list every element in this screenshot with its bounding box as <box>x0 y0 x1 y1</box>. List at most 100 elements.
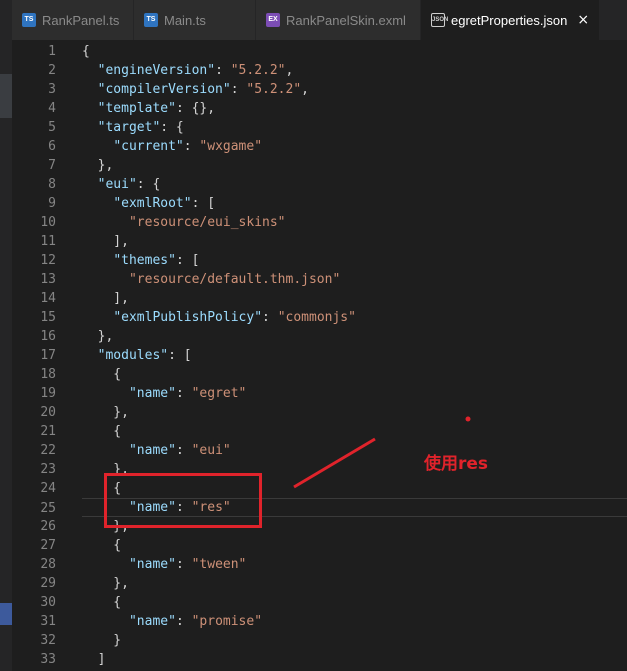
code-line[interactable]: 6 "current": "wxgame" <box>12 137 627 156</box>
code-editor[interactable]: 1{2 "engineVersion": "5.2.2", 3 "compiler… <box>12 40 627 671</box>
json-punctuation <box>82 348 98 363</box>
json-punctuation <box>82 557 129 572</box>
line-code: }, <box>82 574 129 593</box>
line-code: "engineVersion": "5.2.2", <box>82 61 294 80</box>
line-code: { <box>82 365 121 384</box>
json-string: "eui" <box>191 443 231 458</box>
activity-bar-item-active[interactable] <box>0 603 12 625</box>
line-number: 10 <box>40 215 56 230</box>
line-code: { <box>82 593 121 612</box>
code-line[interactable]: 29 }, <box>12 574 627 593</box>
line-code: "template": {}, <box>82 99 215 118</box>
json-key: "name" <box>128 557 176 572</box>
code-line[interactable]: 31 "name": "promise" <box>12 612 627 631</box>
json-key: "modules" <box>97 348 169 363</box>
code-line[interactable]: 21 { <box>12 422 627 441</box>
code-line[interactable]: 16 }, <box>12 327 627 346</box>
code-line[interactable]: 11 ], <box>12 232 627 251</box>
json-key: "name" <box>128 386 176 401</box>
json-key: "target" <box>97 120 161 135</box>
json-string: "5.2.2" <box>230 63 286 78</box>
tab-egretproperties-json[interactable]: JSON egretProperties.json × <box>421 0 600 40</box>
code-line[interactable]: 28 "name": "tween" <box>12 555 627 574</box>
json-punctuation: : <box>175 386 192 401</box>
json-punctuation: : [ <box>175 253 200 268</box>
line-number: 28 <box>40 557 56 572</box>
json-key: "exmlRoot" <box>113 196 192 211</box>
json-punctuation: }, <box>82 405 129 420</box>
json-punctuation: ] <box>82 652 106 667</box>
tab-rankpanelskin-exml[interactable]: EX RankPanelSkin.exml <box>256 0 421 40</box>
code-line[interactable]: 27 { <box>12 536 627 555</box>
code-line[interactable]: 15 "exmlPublishPolicy": "commonjs" <box>12 308 627 327</box>
code-line[interactable]: 30 { <box>12 593 627 612</box>
json-punctuation: , <box>301 82 309 97</box>
line-number: 18 <box>40 367 56 382</box>
line-number: 23 <box>40 462 56 477</box>
line-number: 20 <box>40 405 56 420</box>
code-line[interactable]: 7 }, <box>12 156 627 175</box>
line-code: "compilerVersion": "5.2.2", <box>82 80 309 99</box>
code-line[interactable]: 1{ <box>12 42 627 61</box>
code-line[interactable]: 19 "name": "egret" <box>12 384 627 403</box>
code-line[interactable]: 4 "template": {}, <box>12 99 627 118</box>
json-punctuation: : <box>175 557 192 572</box>
line-code: "target": { <box>82 118 184 137</box>
activity-bar-item[interactable] <box>0 74 12 118</box>
code-line[interactable]: 12 "themes": [ <box>12 251 627 270</box>
code-line[interactable]: 14 ], <box>12 289 627 308</box>
line-code: "themes": [ <box>82 251 199 270</box>
code-line[interactable]: 32 } <box>12 631 627 650</box>
json-string: "5.2.2" <box>246 82 302 97</box>
line-code: }, <box>82 403 129 422</box>
tab-label: egretProperties.json <box>451 12 568 28</box>
code-line[interactable]: 8 "eui": { <box>12 175 627 194</box>
line-code: "eui": { <box>82 175 161 194</box>
code-line[interactable]: 33 ] <box>12 650 627 669</box>
line-number: 5 <box>48 120 56 135</box>
line-number: 13 <box>40 272 56 287</box>
code-line[interactable]: 10 "resource/eui_skins" <box>12 213 627 232</box>
code-line[interactable]: 18 { <box>12 365 627 384</box>
json-punctuation: }, <box>82 158 114 173</box>
json-punctuation: : <box>175 443 192 458</box>
json-string: "tween" <box>191 557 247 572</box>
code-line[interactable]: 17 "modules": [ <box>12 346 627 365</box>
line-code: "exmlRoot": [ <box>82 194 215 213</box>
code-line[interactable]: 9 "exmlRoot": [ <box>12 194 627 213</box>
json-punctuation: }, <box>82 576 129 591</box>
code-line[interactable]: 3 "compilerVersion": "5.2.2", <box>12 80 627 99</box>
line-number: 7 <box>48 158 56 173</box>
json-punctuation <box>82 614 129 629</box>
tab-rankpanel-ts[interactable]: TS RankPanel.ts <box>12 0 134 40</box>
json-punctuation <box>82 196 113 211</box>
line-number: 8 <box>48 177 56 192</box>
line-code: ], <box>82 289 129 308</box>
json-punctuation <box>82 101 98 116</box>
line-code: "exmlPublishPolicy": "commonjs" <box>82 308 356 327</box>
json-punctuation: { <box>82 538 122 553</box>
line-number: 11 <box>40 234 56 249</box>
line-number: 12 <box>40 253 56 268</box>
json-punctuation <box>82 386 129 401</box>
line-code: "name": "eui" <box>82 441 231 460</box>
code-line[interactable]: 5 "target": { <box>12 118 627 137</box>
json-punctuation: { <box>82 424 122 439</box>
tab-main-ts[interactable]: TS Main.ts <box>134 0 256 40</box>
line-number: 24 <box>40 481 56 496</box>
line-number: 25 <box>40 501 56 516</box>
line-code: { <box>82 42 90 61</box>
code-line[interactable]: 22 "name": "eui" <box>12 441 627 460</box>
code-line[interactable]: 13 "resource/default.thm.json" <box>12 270 627 289</box>
json-string: "resource/default.thm.json" <box>128 272 341 287</box>
json-punctuation: : [ <box>191 196 216 211</box>
json-punctuation: : <box>230 82 247 97</box>
json-string: "wxgame" <box>199 139 263 154</box>
code-line[interactable]: 2 "engineVersion": "5.2.2", <box>12 61 627 80</box>
close-icon[interactable]: × <box>577 12 589 28</box>
json-punctuation <box>82 310 113 325</box>
code-line[interactable]: 20 }, <box>12 403 627 422</box>
line-number: 3 <box>48 82 56 97</box>
json-string: "promise" <box>191 614 263 629</box>
json-punctuation <box>82 272 129 287</box>
